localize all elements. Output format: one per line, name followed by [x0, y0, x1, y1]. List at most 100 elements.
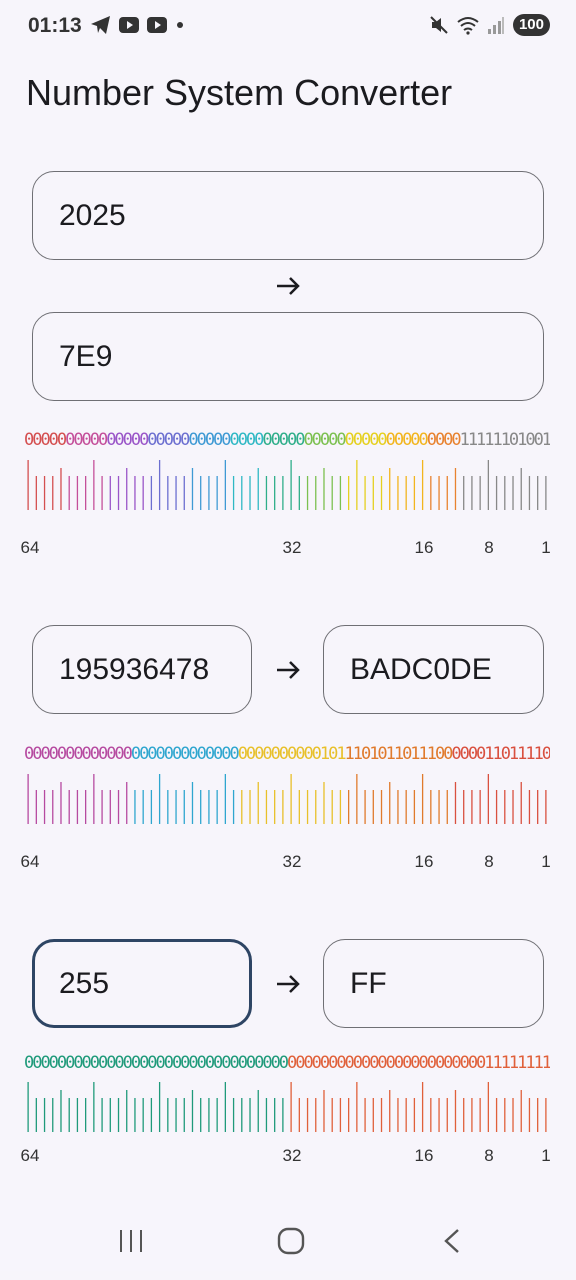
bit-digit: 1 [476, 430, 487, 450]
bit-digit: 0 [56, 744, 68, 764]
bit-digit: 0 [73, 744, 84, 764]
bit-digit: 1 [344, 744, 355, 764]
bit-digit: 0 [147, 430, 158, 450]
bit-digit: 0 [360, 430, 372, 450]
bit-digit: 0 [319, 430, 331, 450]
bit-digit: 0 [196, 1053, 207, 1073]
binary-bits-row: 0000000000000000000000000000000000000000… [24, 426, 550, 456]
bit-digit: 0 [360, 1053, 372, 1073]
bit-digit: 0 [196, 744, 207, 764]
bit-digit: 0 [245, 744, 257, 764]
hex-output[interactable]: 7E9 [32, 312, 544, 401]
hex-output[interactable]: FF [323, 939, 544, 1028]
bit-digit: 0 [500, 744, 511, 764]
bit-digit: 1 [492, 430, 503, 450]
bit-digit: 0 [459, 1053, 470, 1073]
bit-digit: 0 [40, 1053, 51, 1073]
bit-digit: 0 [360, 744, 372, 764]
bit-digit: 0 [65, 430, 76, 450]
bit-scale-label: 32 [282, 538, 302, 557]
bit-digit: 0 [303, 744, 314, 764]
binary-bits-row: 0000000000000000000000000000000000000000… [24, 1049, 550, 1079]
arrow-right-icon [277, 661, 300, 679]
bit-digit: 1 [500, 430, 511, 450]
bit-digit: 0 [467, 744, 479, 764]
telegram-icon [91, 16, 110, 34]
decimal-input[interactable]: 195936478 [32, 625, 252, 714]
bit-digit: 0 [278, 1053, 290, 1073]
bit-digit: 1 [352, 744, 363, 764]
system-icons: 100 [429, 14, 550, 36]
decimal-input[interactable]: 255 [32, 939, 252, 1028]
bit-digit: 0 [402, 1053, 413, 1073]
bit-digit: 0 [122, 744, 133, 764]
decimal-input[interactable]: 2025 [32, 171, 544, 260]
hex-output[interactable]: BADC0DE [323, 625, 544, 714]
bit-digit: 0 [73, 430, 84, 450]
back-icon[interactable] [438, 1226, 468, 1256]
bit-digit: 1 [525, 744, 536, 764]
bit-digit: 1 [517, 744, 528, 764]
bit-digit: 0 [328, 744, 339, 764]
bit-digit: 0 [229, 1053, 240, 1073]
bit-digit: 0 [56, 430, 68, 450]
bit-digit: 0 [402, 744, 413, 764]
bit-digit: 0 [270, 430, 281, 450]
dot-icon [177, 22, 183, 28]
bit-digit: 0 [311, 1053, 322, 1073]
bit-scale-label: 1 [541, 538, 551, 557]
bit-digit: 0 [48, 744, 59, 764]
bit-scale-label: 16 [414, 852, 434, 871]
bit-digit: 0 [418, 1053, 429, 1073]
bit-digit: 0 [155, 430, 166, 450]
bit-digit: 0 [32, 744, 43, 764]
mute-icon [430, 16, 448, 34]
bit-digit: 0 [311, 744, 322, 764]
bit-digit: 0 [385, 1053, 396, 1073]
bit-digit: 0 [213, 1053, 224, 1073]
bit-digit: 1 [385, 744, 396, 764]
bit-scale-label: 8 [484, 1146, 494, 1165]
bit-digit: 0 [106, 744, 117, 764]
bit-digit: 1 [459, 430, 470, 450]
bit-digit: 0 [204, 1053, 216, 1073]
page-title: Number System Converter [26, 72, 453, 113]
bit-digit: 0 [188, 744, 199, 764]
bit-digit: 1 [319, 744, 331, 764]
bit-digit: 0 [32, 430, 43, 450]
bit-digit: 0 [377, 744, 388, 764]
bit-digit: 0 [89, 1053, 100, 1073]
bit-ruler [27, 774, 547, 824]
bit-digit: 1 [541, 1053, 550, 1073]
bit-digit: 0 [270, 744, 281, 764]
bit-digit: 0 [97, 1053, 109, 1073]
recents-icon[interactable] [116, 1226, 146, 1256]
bit-digit: 0 [114, 430, 125, 450]
bit-scale-label: 1 [541, 852, 551, 871]
home-icon[interactable] [276, 1226, 306, 1256]
bit-digit: 1 [508, 744, 520, 764]
notification-icons [90, 15, 186, 35]
bit-digit: 0 [180, 744, 191, 764]
bit-digit: 0 [295, 1053, 306, 1073]
bit-digit: 0 [139, 744, 150, 764]
bit-digit: 0 [254, 1053, 265, 1073]
bit-digit: 0 [352, 430, 363, 450]
bit-digit: 0 [443, 744, 454, 764]
bit-digit: 1 [418, 744, 429, 764]
bit-digit: 0 [97, 430, 109, 450]
bit-scale-label: 16 [414, 1146, 434, 1165]
bit-scale-label: 32 [282, 852, 302, 871]
bit-digit: 0 [434, 1053, 446, 1073]
bit-digit: 0 [344, 1053, 355, 1073]
bit-digit: 0 [451, 1053, 462, 1073]
bit-digit: 1 [484, 430, 495, 450]
bit-digit: 0 [24, 430, 35, 450]
bit-scale-label: 64 [20, 852, 40, 871]
hex-output-value: FF [350, 966, 387, 1000]
decimal-input-value: 255 [59, 966, 110, 1000]
status-bar: 01:13 100 [0, 0, 576, 56]
status-time: 01:13 [28, 14, 82, 37]
bit-digit: 0 [213, 430, 224, 450]
bit-digit: 0 [32, 1053, 43, 1073]
